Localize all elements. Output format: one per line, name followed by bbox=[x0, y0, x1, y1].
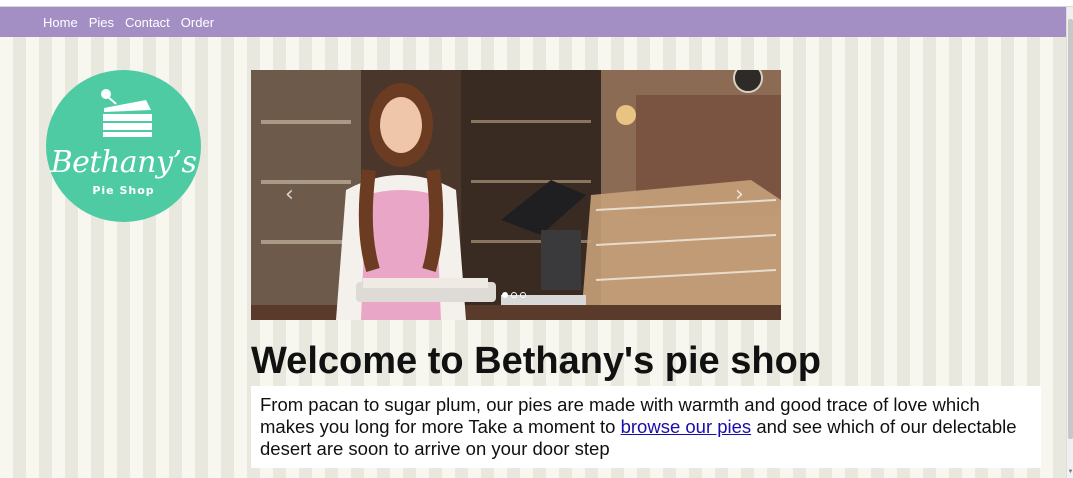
top-navbar: Home Pies Contact Order bbox=[0, 7, 1066, 37]
page-title: Welcome to Bethany's pie shop bbox=[251, 340, 821, 382]
cake-slice-icon bbox=[101, 89, 152, 137]
scroll-down-icon[interactable]: ▼ bbox=[1067, 468, 1073, 476]
bethanys-logo[interactable]: Bethany’s Pie Shop bbox=[46, 70, 201, 222]
carousel-dot-3[interactable] bbox=[520, 292, 526, 298]
scrollbar-thumb[interactable] bbox=[1068, 19, 1073, 439]
carousel-dot-1[interactable] bbox=[502, 292, 508, 298]
carousel-dot-2[interactable] bbox=[511, 292, 517, 298]
carousel-slide-image bbox=[251, 70, 781, 320]
browse-pies-link[interactable]: browse our pies bbox=[621, 416, 752, 437]
chevron-left-icon[interactable]: ‹ bbox=[285, 182, 294, 207]
browser-top-strip bbox=[0, 0, 1073, 7]
nav-contact[interactable]: Contact bbox=[125, 15, 170, 30]
nav-home[interactable]: Home bbox=[43, 15, 78, 30]
logo-subtitle: Pie Shop bbox=[92, 184, 155, 197]
nav-pies[interactable]: Pies bbox=[89, 15, 114, 30]
carousel-indicators bbox=[502, 292, 526, 298]
logo-name: Bethany’s bbox=[50, 145, 197, 180]
nav-order[interactable]: Order bbox=[181, 15, 214, 30]
hero-carousel: ‹ › bbox=[251, 70, 781, 320]
intro-text: From pacan to sugar plum, our pies are m… bbox=[251, 386, 1041, 468]
vertical-scrollbar[interactable]: ▼ bbox=[1066, 7, 1073, 478]
chevron-right-icon[interactable]: › bbox=[735, 182, 744, 207]
